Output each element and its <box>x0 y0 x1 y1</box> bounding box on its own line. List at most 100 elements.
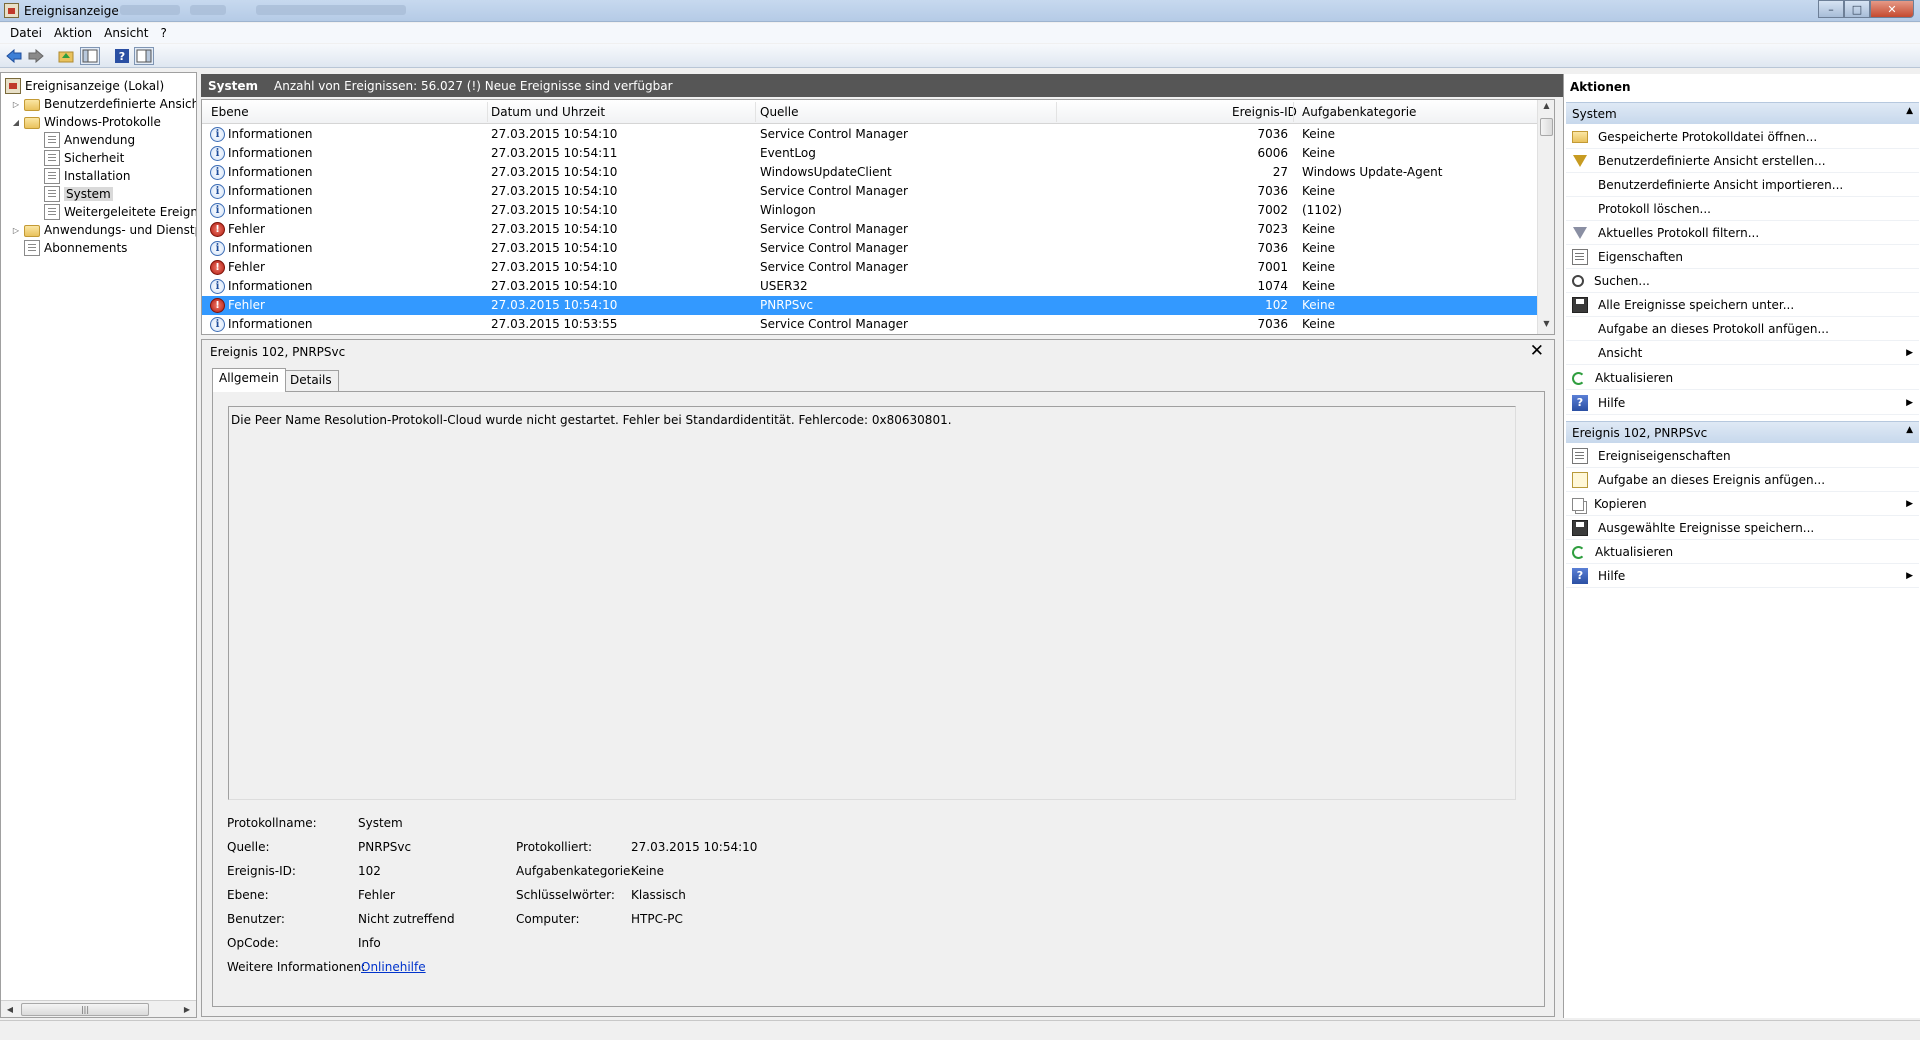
tab-details[interactable]: Details <box>283 370 339 391</box>
show-hide-actions-button[interactable] <box>134 47 154 65</box>
menu-datei[interactable]: Datei <box>4 26 48 40</box>
expand-icon[interactable]: ▷ <box>11 100 21 109</box>
cell-event-id: 7036 <box>1257 241 1288 255</box>
action-item[interactable]: Benutzerdefinierte Ansicht importieren..… <box>1566 174 1919 197</box>
actions-section-header[interactable]: System ▲ <box>1566 102 1919 124</box>
table-row[interactable]: i Informationen 27.03.2015 10:54:10 Service… <box>202 239 1538 258</box>
action-item[interactable]: Aktuelles Protokoll filtern... <box>1566 222 1919 245</box>
action-item[interactable]: Aufgabe an dieses Ereignis anfügen... <box>1566 469 1919 492</box>
menu-aktion[interactable]: Aktion <box>48 26 98 40</box>
table-row[interactable]: i Informationen 27.03.2015 10:53:55 Service… <box>202 315 1538 334</box>
minimize-button[interactable]: – <box>1818 0 1844 18</box>
tree-item-root[interactable]: Ereignisanzeige (Lokal) <box>5 77 164 95</box>
tree-horizontal-scrollbar[interactable]: ◀ ||| ▶ <box>1 1000 196 1017</box>
maximize-button[interactable]: □ <box>1844 0 1870 18</box>
tree-item-sicherheit[interactable]: Sicherheit <box>44 149 124 167</box>
error-icon: ! <box>210 222 225 237</box>
value-ereignis-id: 102 <box>358 864 381 878</box>
onlinehilfe-link[interactable]: Onlinehilfe <box>361 960 426 974</box>
information-icon: i <box>210 317 225 332</box>
cell-event-id: 7036 <box>1257 317 1288 331</box>
table-row[interactable]: i Informationen 27.03.2015 10:54:10 USER32 1… <box>202 277 1538 296</box>
tree-item-anwendung[interactable]: Anwendung <box>44 131 135 149</box>
log-name: System <box>208 78 258 93</box>
column-divider[interactable] <box>487 102 488 122</box>
action-item[interactable]: Protokoll löschen... <box>1566 198 1919 221</box>
action-item[interactable]: Benutzerdefinierte Ansicht erstellen... <box>1566 150 1919 173</box>
action-label: Aufgabe an dieses Ereignis anfügen... <box>1598 473 1826 487</box>
scroll-down-icon[interactable]: ▼ <box>1540 319 1553 333</box>
actions-section-header[interactable]: Ereignis 102, PNRPSvc ▲ <box>1566 421 1919 443</box>
tree-item-app-service-logs[interactable]: ▷ Anwendungs- und Dienstprotokolle <box>11 221 196 239</box>
action-label: Aktualisieren <box>1595 371 1674 385</box>
column-quelle[interactable]: Quelle <box>760 105 798 119</box>
table-row[interactable]: i Informationen 27.03.2015 10:54:10 Winlogo… <box>202 201 1538 220</box>
table-row[interactable]: i Informationen 27.03.2015 10:54:10 Service… <box>202 182 1538 201</box>
label-aufgabenkategorie: Aufgabenkategorie: <box>516 864 635 878</box>
tree-item-system[interactable]: System <box>44 185 113 203</box>
label-protokolliert: Protokolliert: <box>516 840 593 854</box>
tree-item-forwarded-events[interactable]: Weitergeleitete Ereignisse <box>44 203 196 221</box>
expand-icon[interactable]: ▷ <box>11 226 21 235</box>
event-count-summary: Anzahl von Ereignissen: 56.027 (!) Neue … <box>274 78 673 93</box>
action-item[interactable]: Ansicht ▶ <box>1566 342 1919 365</box>
help-button[interactable]: ? <box>112 47 132 65</box>
action-item[interactable]: Aktualisieren <box>1566 367 1919 390</box>
cell-source: EventLog <box>760 146 816 160</box>
event-list-scrollbar[interactable]: ▲ ▼ <box>1537 100 1554 334</box>
log-icon <box>44 168 60 184</box>
up-folder-button[interactable] <box>56 47 76 65</box>
scroll-thumb[interactable]: ||| <box>21 1003 149 1016</box>
action-item[interactable]: Kopieren ▶ <box>1566 493 1919 516</box>
action-item[interactable]: Aktualisieren <box>1566 541 1919 564</box>
table-row[interactable]: i Informationen 27.03.2015 10:54:11 EventLo… <box>202 144 1538 163</box>
tab-allgemein[interactable]: Allgemein <box>212 368 286 392</box>
tree-item-subscriptions[interactable]: Abonnements <box>24 239 127 257</box>
information-icon: i <box>210 241 225 256</box>
action-item[interactable]: Ereigniseigenschaften <box>1566 445 1919 468</box>
collapse-icon[interactable]: ▲ <box>1906 425 1913 435</box>
action-item[interactable]: ? Hilfe ▶ <box>1566 565 1919 588</box>
table-row[interactable]: ! Fehler 27.03.2015 10:54:10 PNRPSvc 102 Kein… <box>202 296 1538 315</box>
scroll-right-icon[interactable]: ▶ <box>180 1003 194 1016</box>
close-button[interactable]: ✕ <box>1870 0 1914 18</box>
table-row[interactable]: ! Fehler 27.03.2015 10:54:10 Service Contro… <box>202 258 1538 277</box>
scroll-left-icon[interactable]: ◀ <box>3 1003 17 1016</box>
action-item[interactable]: Ausgewählte Ereignisse speichern... <box>1566 517 1919 540</box>
action-item[interactable]: ? Hilfe ▶ <box>1566 392 1919 415</box>
column-divider[interactable] <box>1056 102 1057 122</box>
show-hide-tree-button[interactable] <box>80 47 100 65</box>
help-icon: ? <box>1572 395 1588 411</box>
column-aufgabenkategorie[interactable]: Aufgabenkategorie <box>1302 105 1416 119</box>
back-button[interactable] <box>4 47 24 65</box>
action-item[interactable]: Eigenschaften <box>1566 246 1919 269</box>
column-datum[interactable]: Datum und Uhrzeit <box>491 105 605 119</box>
tree-item-label: Ereignisanzeige (Lokal) <box>25 79 165 93</box>
column-ereignis-id[interactable]: Ereignis-ID <box>1232 105 1297 119</box>
column-ebene[interactable]: Ebene <box>211 105 249 119</box>
scroll-up-icon[interactable]: ▲ <box>1540 101 1553 115</box>
table-row[interactable]: i Informationen 27.03.2015 10:54:10 Service… <box>202 125 1538 144</box>
column-divider[interactable] <box>1293 102 1294 122</box>
table-row[interactable]: ! Fehler 27.03.2015 10:54:10 Service Contro… <box>202 220 1538 239</box>
svg-text:?: ? <box>119 50 125 63</box>
action-item[interactable]: Gespeicherte Protokolldatei öffnen... <box>1566 126 1919 149</box>
action-item[interactable]: Alle Ereignisse speichern unter... <box>1566 294 1919 317</box>
column-divider[interactable] <box>755 102 756 122</box>
forward-button[interactable] <box>26 47 46 65</box>
action-item[interactable]: Suchen... <box>1566 270 1919 293</box>
label-benutzer: Benutzer: <box>227 912 285 926</box>
table-row[interactable]: i Informationen 27.03.2015 10:54:10 Windows… <box>202 163 1538 182</box>
scroll-thumb[interactable] <box>1540 118 1553 136</box>
action-item[interactable]: Aufgabe an dieses Protokoll anfügen... <box>1566 318 1919 341</box>
tree-item-custom-views[interactable]: ▷ Benutzerdefinierte Ansichten <box>11 95 196 113</box>
event-message[interactable]: Die Peer Name Resolution-Protokoll-Cloud… <box>228 406 1516 800</box>
collapse-icon[interactable]: ▲ <box>1906 106 1913 116</box>
tree-item-installation[interactable]: Installation <box>44 167 130 185</box>
menu-ansicht[interactable]: Ansicht <box>98 26 154 40</box>
label-ereignis-id: Ereignis-ID: <box>227 864 296 878</box>
collapse-icon[interactable]: ◢ <box>11 118 21 127</box>
menu-help[interactable]: ? <box>154 26 172 40</box>
close-icon[interactable]: ✕ <box>1530 341 1544 361</box>
tree-item-windows-logs[interactable]: ◢ Windows-Protokolle <box>11 113 161 131</box>
